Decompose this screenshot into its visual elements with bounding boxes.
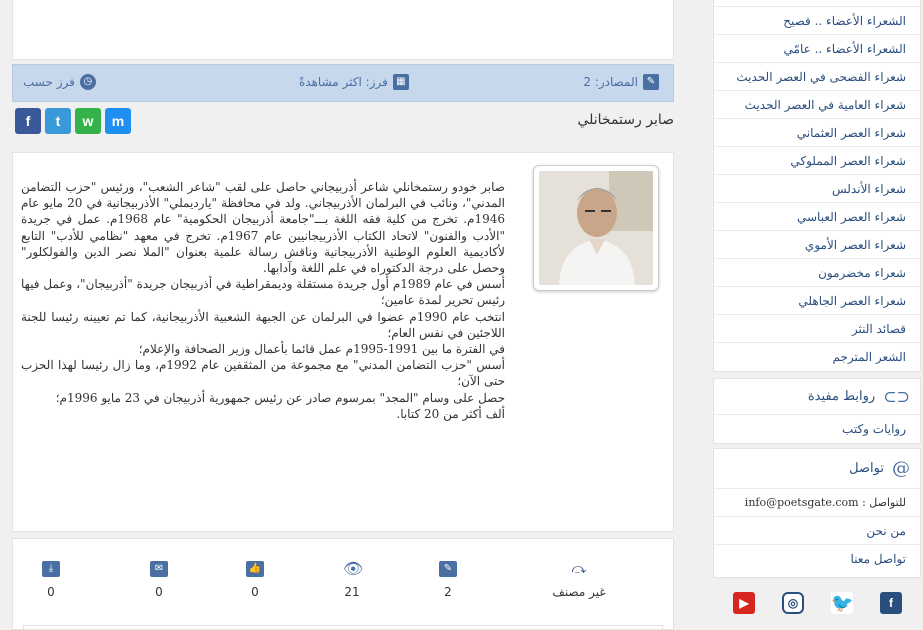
poet-photo [539, 171, 653, 285]
facebook-share-icon[interactable]: f [15, 108, 41, 134]
sidebar-item-category[interactable]: شعراء العصر الأموي [714, 231, 920, 259]
poet-bio: صابر خودو رستمخانلي شاعر أذربيجاني حاصل … [21, 179, 505, 422]
list-top-spacer [714, 0, 920, 7]
instagram-icon[interactable]: ◎ [782, 592, 804, 614]
contact-email[interactable]: للتواصل : info@poetsgate.com [714, 489, 920, 517]
likes-count: 0 [251, 585, 259, 599]
messenger-share-icon[interactable]: m [105, 108, 131, 134]
sort-label: فرز: اكثر مشاهدةً [299, 75, 388, 89]
sidebar-item-contact-us[interactable]: تواصل معنا [714, 545, 920, 573]
comments-count: 0 [155, 585, 163, 599]
sidebar-item-category[interactable]: شعراء الأندلس [714, 175, 920, 203]
stat-category[interactable]: ⤼ غير مصنف [531, 561, 627, 599]
poet-photo-frame [533, 165, 659, 291]
poet-name: صابر رستمخانلي [577, 112, 674, 128]
sidebar-item-category[interactable]: شعراء العصر العباسي [714, 203, 920, 231]
useful-links-box: ⊂⊃ روابط مفيدة روايات وكتب [713, 378, 921, 444]
sources-icon: ✎ [643, 74, 659, 90]
at-sign-icon: @ [892, 458, 910, 479]
sources-icon: ✎ [439, 561, 457, 577]
top-panel [12, 0, 674, 60]
categories-list: الشعراء الأعضاء .. فصيح الشعراء الأعضاء … [713, 0, 921, 372]
bio-paragraph: انتخب عام 1990م عضوا في البرلمان عن الجب… [21, 309, 505, 340]
thumbs-up-icon: 👍 [246, 561, 264, 577]
sort-by-label: فرز حسب [23, 75, 75, 89]
whatsapp-share-icon[interactable]: w [75, 108, 101, 134]
link-icon: ⊂⊃ [883, 387, 910, 406]
views-count: 21 [344, 585, 360, 599]
sources-count[interactable]: ✎ المصادر: 2 [583, 74, 659, 90]
twitter-share-icon[interactable]: t [45, 108, 71, 134]
category-label: غير مصنف [552, 585, 606, 599]
stat-comments[interactable]: ✉ 0 [129, 561, 189, 599]
main-content: ✎ المصادر: 2 ▦ فرز: اكثر مشاهدةً ◷ فرز ح… [12, 0, 674, 630]
bio-paragraph: حصل على وسام "المجد" بمرسوم صادر عن رئيس… [55, 390, 505, 405]
bio-paragraph: في الفترة ما بين 1991-1995م عمل قائما بأ… [138, 342, 505, 357]
contact-title: تواصل [849, 461, 884, 476]
sidebar-item-category[interactable]: شعراء العصر الجاهلي [714, 287, 920, 315]
sidebar-item-category[interactable]: شعراء العامية في العصر الحديث [714, 91, 920, 119]
clock-icon: ◷ [79, 74, 96, 90]
sidebar-item-category[interactable]: شعراء الفصحى في العصر الحديث [714, 63, 920, 91]
stat-downloads[interactable]: ⤓ 0 [21, 561, 81, 599]
bio-paragraph: أسس في عام 1989م أول جريدة مستقلة وديمقر… [21, 277, 505, 308]
sidebar-item-link[interactable]: روايات وكتب [714, 415, 920, 443]
sidebar-item-about[interactable]: من نحن [714, 517, 920, 545]
poet-card: صابر خودو رستمخانلي شاعر أذربيجاني حاصل … [12, 152, 674, 532]
comment-icon: ✉ [150, 561, 168, 577]
bio-paragraph: أسس "حزب التضامن المدني" مع مجموعة من ال… [21, 358, 505, 389]
stat-views: 👁 21 [322, 559, 382, 600]
sidebar-item-category[interactable]: الشعر المترجم [714, 343, 920, 371]
sidebar-item-category[interactable]: شعراء العصر العثماني [714, 119, 920, 147]
bio-paragraph: صابر خودو رستمخانلي شاعر أذربيجاني حاصل … [21, 180, 505, 276]
social-links: ▶ ◎ 🐦 f [733, 592, 902, 614]
downloads-count: 0 [47, 585, 55, 599]
useful-links-title: روابط مفيدة [807, 389, 876, 404]
stat-sources[interactable]: ✎ 2 [418, 561, 478, 599]
useful-links-header: ⊂⊃ روابط مفيدة [714, 379, 920, 415]
facebook-icon[interactable]: f [880, 592, 902, 614]
sidebar-item-category[interactable]: شعراء مخضرمون [714, 259, 920, 287]
sidebar: الشعراء الأعضاء .. فصيح الشعراء الأعضاء … [713, 0, 921, 630]
bio-paragraph: ألف أكثر من 20 كتابا. [396, 406, 505, 421]
sort-by-button[interactable]: ◷ فرز حسب [23, 74, 96, 90]
contact-header: @ تواصل [714, 449, 920, 489]
share-buttons: f t w m [15, 108, 131, 134]
sidebar-item-category[interactable]: قصائد النثر [714, 315, 920, 343]
category-icon: ⤼ [571, 561, 587, 577]
youtube-icon[interactable]: ▶ [733, 592, 755, 614]
sidebar-item-category[interactable]: الشعراء الأعضاء .. عامّي [714, 35, 920, 63]
sidebar-item-category[interactable]: شعراء العصر المملوكي [714, 147, 920, 175]
stat-likes[interactable]: 👍 0 [225, 561, 285, 599]
stats-card: ⤓ 0 ✉ 0 👍 0 👁 21 ✎ 2 ⤼ غير مصنف [12, 538, 674, 630]
grid-icon: ▦ [392, 74, 409, 90]
sources-count-value: 2 [444, 585, 452, 599]
sidebar-item-category[interactable]: الشعراء الأعضاء .. فصيح [714, 7, 920, 35]
sources-label: المصادر: 2 [583, 75, 638, 89]
comments-box-edge [23, 625, 663, 630]
twitter-icon[interactable]: 🐦 [831, 592, 853, 614]
info-bar: ✎ المصادر: 2 ▦ فرز: اكثر مشاهدةً ◷ فرز ح… [12, 64, 674, 102]
sort-most-viewed[interactable]: ▦ فرز: اكثر مشاهدةً [299, 74, 409, 90]
download-icon: ⤓ [42, 561, 60, 577]
eye-icon: 👁 [343, 559, 364, 578]
contact-box: @ تواصل للتواصل : info@poetsgate.com من … [713, 448, 921, 578]
